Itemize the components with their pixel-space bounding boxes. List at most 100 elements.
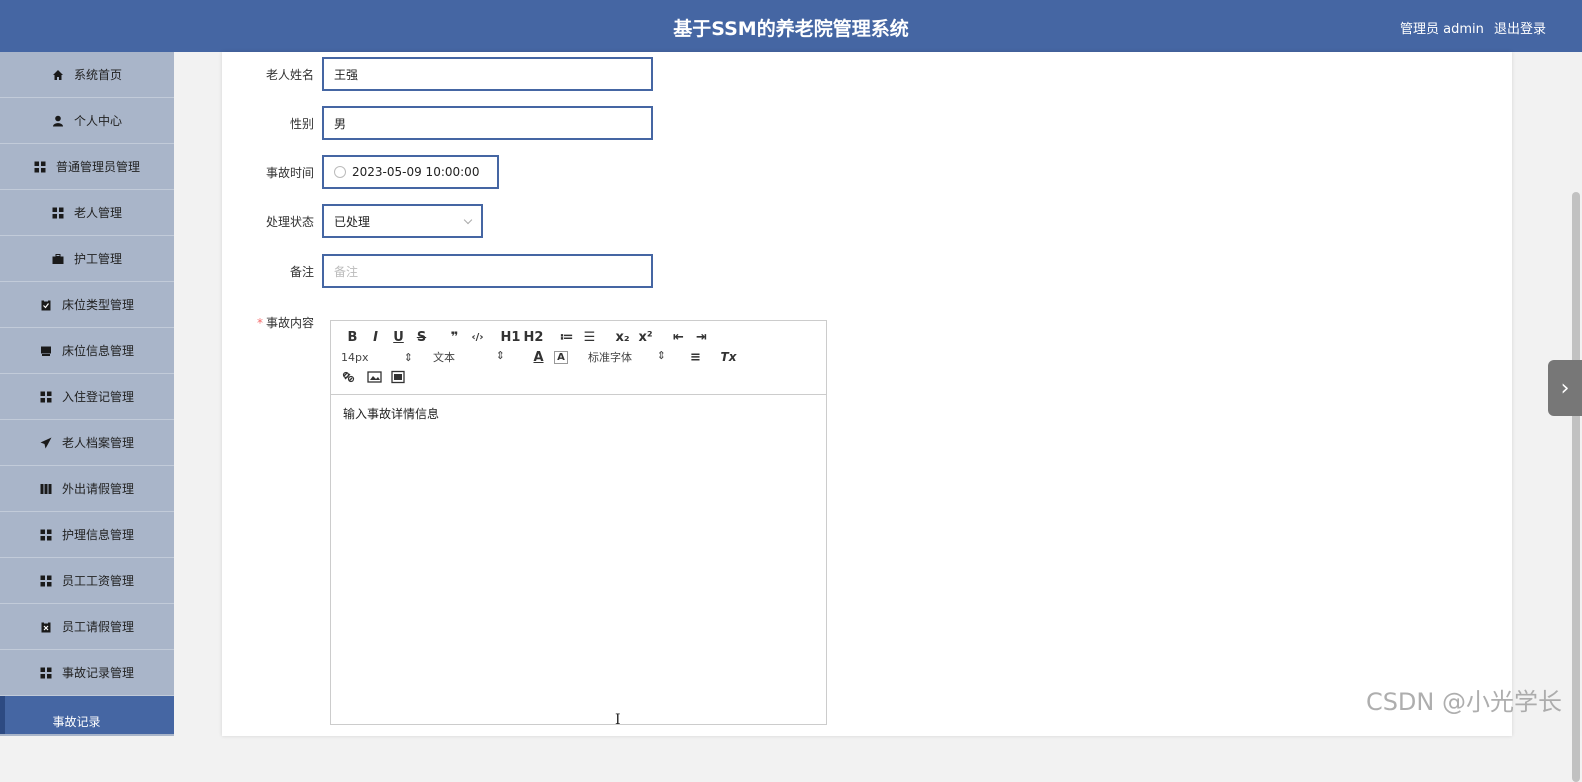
rich-text-editor: B I U S ❞ ‹/› H1 H2 ≔ ☰ x₂ x² ⇤ ⇥ 14px ⇕… <box>330 320 827 725</box>
underline-button[interactable]: U <box>387 330 410 345</box>
font-family-select[interactable]: 标准字体 ⇕ <box>588 349 674 365</box>
clipboard-x-icon <box>41 621 51 632</box>
sidebar-item-label: 床位信息管理 <box>61 344 134 358</box>
italic-button[interactable]: I <box>364 330 387 345</box>
h1-button[interactable]: H1 <box>499 330 522 345</box>
strike-button[interactable]: S <box>410 330 433 345</box>
row-gender: 性别 男 <box>222 106 653 140</box>
outdent-button[interactable]: ⇤ <box>667 330 690 345</box>
elder-name-label: 老人姓名 <box>265 67 314 82</box>
gender-label: 性别 <box>289 116 314 131</box>
sidebar-item-label: 系统首页 <box>73 68 122 82</box>
superscript-button[interactable]: x² <box>634 330 657 345</box>
clipboard-icon <box>41 299 51 310</box>
sidebar-item-profile[interactable]: 个人中心 <box>0 98 174 144</box>
updown-icon: ⇕ <box>495 349 505 362</box>
toolbar-row-1: B I U S ❞ ‹/› H1 H2 ≔ ☰ x₂ x² ⇤ ⇥ <box>341 327 816 347</box>
grid-icon <box>34 161 46 172</box>
sidebar-item-staff-leave[interactable]: 员工请假管理 <box>0 604 174 650</box>
status-select[interactable]: 已处理 <box>322 204 483 238</box>
sidebar-item-home[interactable]: 系统首页 <box>0 52 174 98</box>
scrollbar-thumb[interactable] <box>1572 192 1580 782</box>
editor-content[interactable]: 输入事故详情信息 <box>331 395 826 432</box>
content-label-text: 事故内容 <box>265 316 314 330</box>
blockquote-button[interactable]: ❞ <box>443 330 466 345</box>
bold-button[interactable]: B <box>341 330 364 345</box>
grid-icon <box>40 667 52 678</box>
clear-format-button[interactable]: Tx <box>717 350 740 364</box>
block-type-value: 文本 <box>433 351 455 364</box>
bed-icon <box>40 346 51 356</box>
sidebar-item-label: 外出请假管理 <box>61 482 134 496</box>
sidebar-item-label: 员工工资管理 <box>61 574 134 588</box>
video-icon[interactable] <box>389 370 409 384</box>
sidebar-item-admins[interactable]: 普通管理员管理 <box>0 144 174 190</box>
grid-icon <box>40 529 52 540</box>
submenu-accident-records[interactable]: 事故记录 <box>0 696 174 734</box>
sidebar-item-label: 护理信息管理 <box>61 528 134 542</box>
app-header: 基于SSM的养老院管理系统 管理员 admin 退出登录 <box>0 0 1582 52</box>
font-family-value: 标准字体 <box>588 351 632 364</box>
font-size-value: 14px <box>341 350 369 364</box>
remark-input[interactable]: 备注 <box>322 254 653 288</box>
sidebar-item-bed-info[interactable]: 床位信息管理 <box>0 328 174 374</box>
app-title: 基于SSM的养老院管理系统 <box>673 18 909 40</box>
font-size-select[interactable]: 14px ⇕ <box>341 351 421 364</box>
background-color-button[interactable]: A <box>554 350 568 364</box>
logout-link[interactable]: 退出登录 <box>1494 22 1546 37</box>
grid-icon <box>40 391 52 402</box>
clock-icon <box>334 166 346 178</box>
row-remark: 备注 备注 <box>222 254 653 288</box>
row-accident-time: 事故时间 2023-05-09 10:00:00 <box>222 155 499 189</box>
sidebar-item-bed-types[interactable]: 床位类型管理 <box>0 282 174 328</box>
grid-icon <box>52 207 64 218</box>
align-icon[interactable]: ≡ <box>684 350 707 365</box>
sidebar-item-label: 床位类型管理 <box>61 298 134 312</box>
sidebar-item-accidents[interactable]: 事故记录管理 <box>0 650 174 696</box>
code-button[interactable]: ‹/› <box>466 332 489 343</box>
sidebar-item-label: 入住登记管理 <box>61 390 134 404</box>
sidebar-item-nursing[interactable]: 护理信息管理 <box>0 512 174 558</box>
toolbar-row-3 <box>341 367 816 387</box>
accident-time-picker[interactable]: 2023-05-09 10:00:00 <box>322 155 499 189</box>
bullet-list-button[interactable]: ☰ <box>578 330 601 345</box>
sidebar-item-elders[interactable]: 老人管理 <box>0 190 174 236</box>
side-panel-toggle[interactable]: › <box>1548 360 1582 416</box>
h2-button[interactable]: H2 <box>522 330 545 345</box>
sidebar-item-label: 普通管理员管理 <box>55 160 140 174</box>
admin-label: 管理员 admin <box>1399 22 1484 37</box>
accident-time-label: 事故时间 <box>265 165 314 180</box>
subscript-button[interactable]: x₂ <box>611 330 634 345</box>
link-icon[interactable] <box>341 370 361 384</box>
user-area: 管理员 admin 退出登录 <box>1394 18 1546 37</box>
remark-label: 备注 <box>289 264 314 279</box>
sidebar-item-caregivers[interactable]: 护工管理 <box>0 236 174 282</box>
sidebar-item-checkin[interactable]: 入住登记管理 <box>0 374 174 420</box>
row-status: 处理状态 已处理 <box>222 204 483 238</box>
editor-toolbar: B I U S ❞ ‹/› H1 H2 ≔ ☰ x₂ x² ⇤ ⇥ 14px ⇕… <box>331 321 826 395</box>
watermark: CSDN @小光学长 <box>1365 688 1562 716</box>
sidebar: 系统首页 个人中心 普通管理员管理 老人管理 护工管理 床位类型管理 床位信息管… <box>0 52 174 736</box>
sidebar-item-leave-out[interactable]: 外出请假管理 <box>0 466 174 512</box>
text-cursor-icon: I <box>615 712 621 728</box>
sidebar-item-archives[interactable]: 老人档案管理 <box>0 420 174 466</box>
image-icon[interactable] <box>365 370 385 384</box>
row-elder-name: 老人姓名 王强 <box>222 57 653 91</box>
ordered-list-button[interactable]: ≔ <box>555 330 578 345</box>
accident-time-value: 2023-05-09 10:00:00 <box>352 165 480 179</box>
briefcase-icon <box>52 253 64 264</box>
font-color-button[interactable]: A <box>527 350 550 365</box>
row-content-label: * 事故内容 <box>222 314 322 331</box>
gender-input[interactable]: 男 <box>322 106 653 140</box>
updown-icon: ⇕ <box>403 350 413 364</box>
sidebar-item-label: 个人中心 <box>73 114 122 128</box>
sidebar-item-salary[interactable]: 员工工资管理 <box>0 558 174 604</box>
sidebar-item-label: 事故记录管理 <box>61 666 134 680</box>
sidebar-item-label: 老人档案管理 <box>61 436 134 450</box>
user-icon <box>52 115 63 126</box>
block-type-select[interactable]: 文本 ⇕ <box>433 349 513 365</box>
sidebar-item-label: 护工管理 <box>73 252 122 266</box>
send-icon <box>40 437 52 448</box>
indent-button[interactable]: ⇥ <box>690 330 713 345</box>
elder-name-input[interactable]: 王强 <box>322 57 653 91</box>
